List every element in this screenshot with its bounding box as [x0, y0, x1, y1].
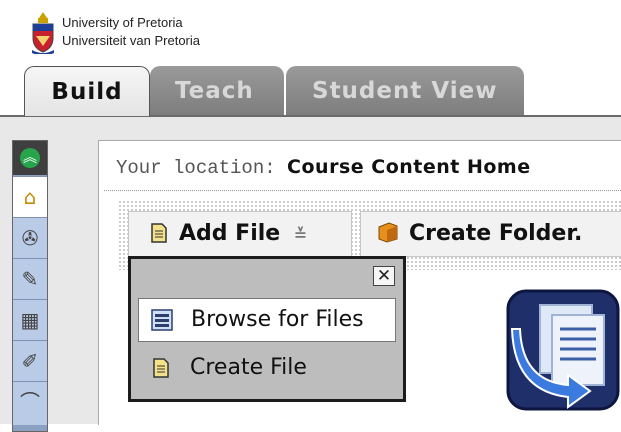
university-crest-logo — [32, 12, 54, 54]
add-file-button[interactable]: Add File ≚ — [128, 211, 352, 257]
location-divider — [104, 190, 621, 191]
create-file-label: Create File — [190, 355, 307, 380]
document-icon — [153, 358, 169, 378]
rail-more-icon[interactable]: ⌒ — [13, 381, 47, 425]
announcement-icon[interactable]: ✇ — [13, 217, 47, 258]
folder-icon — [378, 222, 398, 243]
tab-teach[interactable]: Teach — [150, 66, 284, 116]
close-icon[interactable]: ✕ — [373, 266, 395, 286]
collapse-icon: ︽ — [20, 148, 40, 168]
tab-build[interactable]: Build — [24, 66, 150, 116]
pin-icon[interactable]: ✐ — [13, 340, 47, 381]
tab-student-view[interactable]: Student View — [286, 66, 524, 116]
menu-item-create-file[interactable]: Create File — [138, 347, 396, 391]
course-content-icon[interactable] — [506, 289, 621, 411]
university-name-english: University of Pretoria — [62, 15, 183, 30]
create-folder-label: Create Folder. — [409, 221, 583, 246]
breadcrumb: Your location: Course Content Home — [116, 156, 531, 179]
home-icon[interactable]: ⌂ — [13, 176, 47, 217]
create-folder-button[interactable]: Create Folder. — [360, 211, 621, 257]
browse-icon — [151, 309, 173, 331]
browse-for-files-label: Browse for Files — [191, 307, 364, 332]
menu-item-browse-for-files[interactable]: Browse for Files — [138, 298, 396, 342]
tools-icon[interactable]: ✎ — [13, 258, 47, 299]
university-name: University of Pretoria Universiteit van … — [62, 14, 200, 50]
university-name-afrikaans: Universiteit van Pretoria — [62, 33, 200, 48]
location-value: Course Content Home — [287, 156, 531, 178]
add-file-label: Add File — [179, 221, 281, 246]
menu-arrow-icon: ≚ — [293, 225, 308, 244]
calendar-icon[interactable]: ▦ — [13, 299, 47, 340]
rail-collapse-button[interactable]: ︽ — [13, 141, 47, 175]
location-prefix: Your location: — [116, 157, 276, 179]
document-icon — [151, 223, 167, 243]
